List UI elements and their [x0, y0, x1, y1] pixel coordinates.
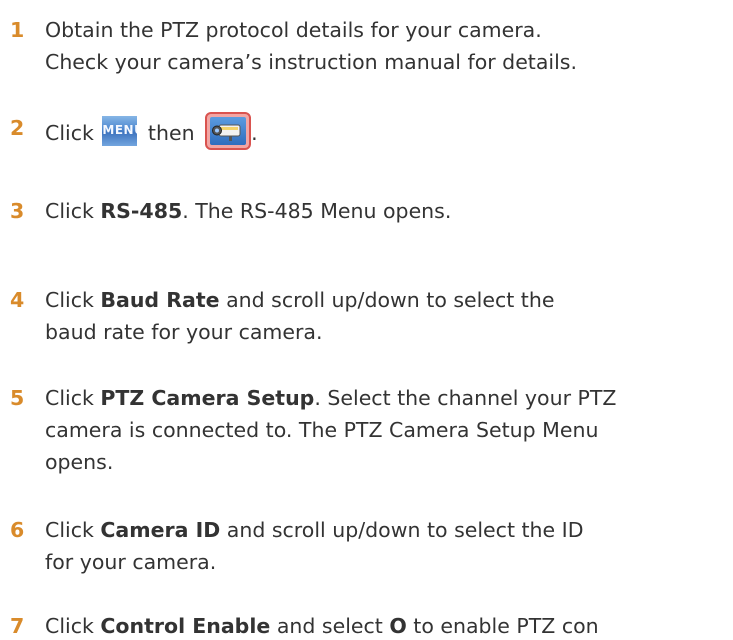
step-number: 2 [10, 116, 25, 140]
step-text: Click Control Enable and select O to ena… [45, 610, 599, 640]
baud-rate-label: Baud Rate [100, 288, 220, 312]
step-text-before: Click [45, 288, 101, 312]
step-line: Click Camera ID and scroll up/down to se… [45, 514, 583, 546]
step-line: baud rate for your camera. [45, 320, 323, 344]
step-number: 7 [10, 614, 25, 638]
step-line: camera is connected to. The PTZ Camera S… [45, 418, 599, 442]
step-text-before: Click [45, 386, 101, 410]
step-text-before: Click [45, 614, 101, 638]
step-text: Click PTZ Camera Setup. Select the chann… [45, 382, 616, 478]
step-line: Click PTZ Camera Setup. Select the chann… [45, 382, 616, 414]
end-punctuation: . [251, 121, 258, 145]
camera-icon [205, 112, 252, 150]
then-text: then [147, 121, 195, 145]
step-text-after: and scroll up/down to select the ID [220, 518, 584, 542]
step-text-after: to enable PTZ con [406, 614, 599, 638]
step-text-after: . The RS-485 Menu opens. [182, 199, 452, 223]
step-7: 7 Click Control Enable and select O to e… [0, 610, 733, 640]
menu-icon: MENU [102, 116, 138, 146]
step-line: Click Baud Rate and scroll up/down to se… [45, 284, 554, 316]
step-text: Click MENU then . [45, 112, 258, 150]
step-text: Obtain the PTZ protocol details for your… [45, 14, 577, 78]
step-text-before: Click [45, 199, 101, 223]
rs485-label: RS-485 [100, 199, 183, 223]
option-o-label: O [389, 614, 407, 638]
step-number: 4 [10, 288, 25, 312]
step-text: Click RS-485. The RS-485 Menu opens. [45, 195, 451, 227]
step-number: 3 [10, 199, 25, 223]
camera-id-label: Camera ID [100, 518, 221, 542]
step-text-after: and scroll up/down to select the [219, 288, 555, 312]
step-text-middle: and select [270, 614, 390, 638]
step-number: 5 [10, 386, 25, 410]
step-text-after: . Select the channel your PTZ [314, 386, 617, 410]
step-number: 6 [10, 518, 25, 542]
step-line: Obtain the PTZ protocol details for your… [45, 18, 542, 42]
step-text: Click Camera ID and scroll up/down to se… [45, 514, 583, 578]
step-text: Click Baud Rate and scroll up/down to se… [45, 284, 554, 348]
ptz-camera-setup-label: PTZ Camera Setup [100, 386, 315, 410]
step-text-before: Click [45, 518, 101, 542]
menu-icon-label: MENU [102, 123, 137, 137]
step-line: opens. [45, 450, 114, 474]
step-line: for your camera. [45, 550, 217, 574]
step-line: Check your camera’s instruction manual f… [45, 50, 577, 74]
click-text: Click [45, 121, 94, 145]
control-enable-label: Control Enable [100, 614, 271, 638]
step-number: 1 [10, 18, 25, 42]
